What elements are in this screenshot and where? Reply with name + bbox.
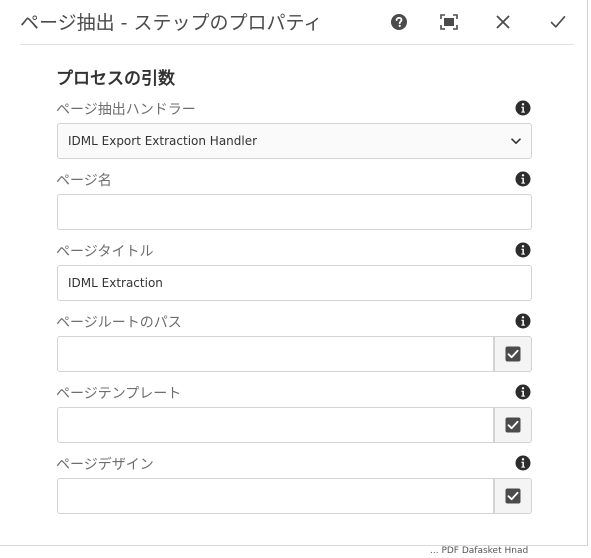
chevron-down-icon bbox=[511, 137, 521, 144]
template-input[interactable] bbox=[57, 407, 494, 443]
root-path-label: ページルートのパス bbox=[56, 315, 182, 331]
step-properties-dialog: ページ抽出 - ステップのプロパティ プロセスの引数 ページ抽出ハンドラー ID… bbox=[0, 0, 588, 546]
info-icon[interactable] bbox=[515, 100, 531, 116]
page-title-label: ページタイトル bbox=[56, 244, 154, 260]
done-button[interactable] bbox=[544, 8, 572, 36]
section-title: プロセスの引数 bbox=[56, 69, 175, 89]
dialog-title: ページ抽出 - ステップのプロパティ bbox=[20, 12, 323, 34]
dialog-titlebar: ページ抽出 - ステップのプロパティ bbox=[0, 0, 587, 44]
checkmark-icon bbox=[550, 16, 566, 28]
handler-select[interactable]: IDML Export Extraction Handler bbox=[57, 123, 532, 159]
close-icon bbox=[496, 15, 510, 29]
page-name-input[interactable] bbox=[57, 194, 532, 230]
info-icon[interactable] bbox=[515, 242, 531, 258]
info-icon[interactable] bbox=[515, 171, 531, 187]
page-name-label: ページ名 bbox=[56, 173, 112, 189]
design-input[interactable] bbox=[57, 478, 494, 514]
checkbox-checked-icon bbox=[505, 488, 521, 504]
info-icon[interactable] bbox=[515, 455, 531, 471]
root-path-input[interactable] bbox=[57, 336, 494, 372]
close-button[interactable] bbox=[489, 8, 517, 36]
checkbox-checked-icon bbox=[505, 346, 521, 362]
page-title-input[interactable]: IDML Extraction bbox=[57, 265, 532, 301]
fullscreen-icon bbox=[440, 14, 458, 30]
checkbox-checked-icon bbox=[505, 417, 521, 433]
info-icon[interactable] bbox=[515, 313, 531, 329]
titlebar-divider bbox=[20, 44, 574, 45]
root-path-browse-button[interactable] bbox=[494, 336, 532, 372]
template-browse-button[interactable] bbox=[494, 407, 532, 443]
background-page-text: ... PDF Dafasket Hnad bbox=[430, 546, 529, 556]
handler-label: ページ抽出ハンドラー bbox=[56, 102, 196, 118]
design-label: ページデザイン bbox=[56, 457, 154, 473]
help-icon bbox=[391, 14, 407, 30]
fullscreen-button[interactable] bbox=[435, 8, 463, 36]
design-browse-button[interactable] bbox=[494, 478, 532, 514]
handler-select-value: IDML Export Extraction Handler bbox=[68, 134, 258, 148]
help-button[interactable] bbox=[385, 8, 413, 36]
template-label: ページテンプレート bbox=[56, 386, 182, 402]
info-icon[interactable] bbox=[515, 384, 531, 400]
